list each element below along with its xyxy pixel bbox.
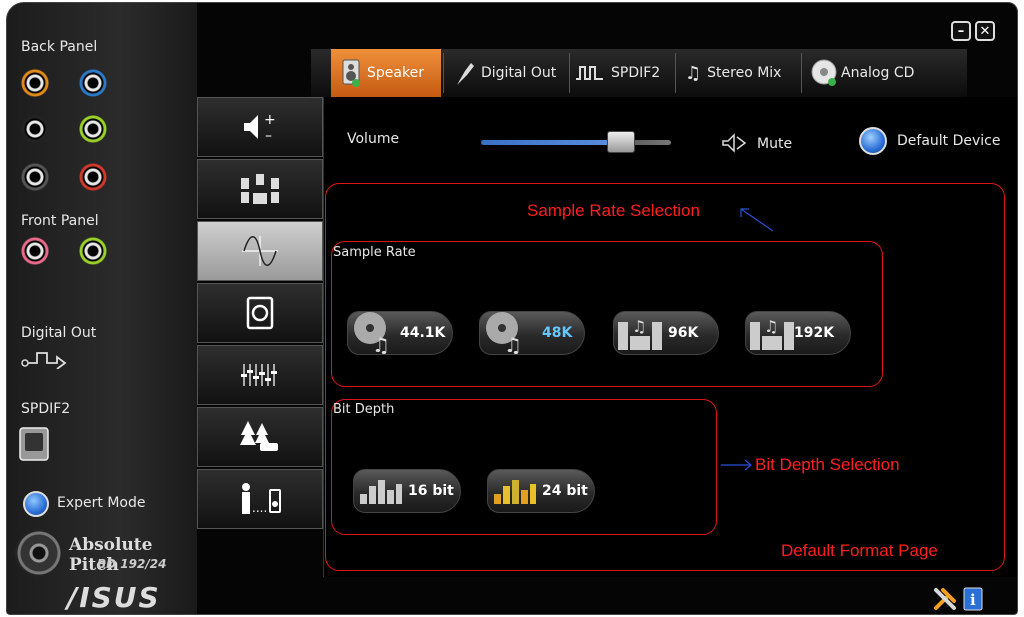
pulse-wave-icon [576, 66, 603, 80]
cd-note-icon: ♫ [354, 312, 390, 354]
plug-icon [457, 63, 474, 85]
optical-port-icon[interactable] [19, 427, 49, 461]
front-jack-pink[interactable] [21, 237, 49, 265]
side-tab-room-correction[interactable]: .... [197, 469, 323, 529]
tab-label: Stereo Mix [707, 65, 782, 81]
sample-rate-44-1k-button[interactable]: ♫ 44.1K [347, 311, 453, 355]
bit-depth-selection-annotation: Bit Depth Selection [755, 455, 900, 474]
side-tab-default-format[interactable] [197, 221, 323, 281]
absolute-pitch-logo: Absolute Pitch BD 192/24 [15, 529, 195, 579]
sample-rate-label: Sample Rate [333, 245, 416, 260]
sample-rate-selection-annotation: Sample Rate Selection [527, 201, 700, 220]
volume-label: Volume [347, 131, 400, 147]
tab-label: Speaker [367, 65, 424, 81]
mute-icon[interactable] [721, 133, 749, 153]
speaker-icon [342, 59, 360, 87]
svg-text:♫: ♫ [764, 317, 778, 336]
level-bars-color-icon [494, 480, 536, 504]
side-tab-speaker-fill[interactable] [197, 283, 323, 343]
disc-icon [15, 529, 63, 577]
subwoofer-icon [246, 296, 274, 330]
brand-logo: /ISUS [67, 581, 161, 614]
svg-text:♫: ♫ [372, 333, 390, 354]
stereo-system-icon: ♫ [750, 317, 794, 350]
stereo-system-icon: ♫ [618, 317, 662, 350]
sample-rate-96k-button[interactable]: ♫ 96K [613, 311, 719, 355]
svg-text:+: + [264, 112, 276, 128]
sample-rate-label-text: 48K [542, 325, 573, 341]
tab-digital-out[interactable]: Digital Out [443, 49, 567, 97]
bit-depth-16-button[interactable]: 16 bit [353, 469, 461, 513]
side-tab-column: + – .... [197, 97, 323, 529]
level-bars-icon [360, 480, 402, 504]
volume-slider[interactable] [481, 140, 671, 145]
jack-blue[interactable] [79, 69, 107, 97]
svg-text:i: i [970, 591, 976, 609]
digital-out-label: Digital Out [21, 325, 97, 341]
svg-text:–: – [265, 128, 272, 144]
cd-note-icon: ♫ [486, 312, 522, 354]
sample-rate-label-text: 96K [668, 325, 699, 341]
mute-label: Mute [757, 136, 793, 152]
default-format-page-annotation: Default Format Page [781, 541, 938, 560]
spdif2-label: SPDIF2 [21, 401, 71, 417]
volume-slider-thumb[interactable] [607, 131, 635, 153]
jack-black[interactable] [21, 115, 49, 143]
environment-icon [240, 421, 278, 451]
logo-subtitle: BD 192/24 [97, 557, 167, 571]
default-device-label: Default Device [897, 133, 1001, 149]
tab-label: Digital Out [481, 65, 557, 81]
info-icon[interactable]: i [963, 587, 983, 611]
default-device-button[interactable] [859, 127, 887, 155]
side-tab-volume[interactable]: + – [197, 97, 323, 157]
expert-mode-button[interactable] [23, 491, 49, 517]
bit-depth-24-button[interactable]: 24 bit [487, 469, 595, 513]
tab-stereo-mix[interactable]: ♫ Stereo Mix [675, 49, 799, 97]
svg-text:♫: ♫ [632, 317, 646, 336]
waveform-icon [242, 236, 278, 266]
volume-plus-minus-icon: + – [244, 112, 276, 144]
tab-speaker[interactable]: Speaker [331, 49, 441, 97]
sample-rate-192k-button[interactable]: ♫ 192K [745, 311, 851, 355]
sample-rate-label-text: 44.1K [400, 325, 446, 341]
jack-gray[interactable] [21, 163, 49, 191]
bit-depth-label-text: 16 bit [408, 483, 454, 499]
app-window: Back Panel Front Panel Digital Out SPDIF… [6, 2, 1018, 615]
svg-text:....: .... [252, 501, 267, 515]
sample-rate-label-text: 192K [794, 325, 835, 341]
tab-label: Analog CD [841, 65, 915, 81]
bit-depth-group-outline [331, 399, 717, 535]
tab-analog-cd[interactable]: Analog CD [801, 49, 925, 97]
music-note-icon: ♫ [685, 62, 702, 84]
digital-pulse-icon[interactable] [21, 347, 77, 369]
side-tab-environment[interactable] [197, 407, 323, 467]
cd-icon [811, 59, 837, 86]
speaker-config-icon [241, 174, 279, 204]
annotation-arrow-icon [721, 459, 752, 471]
tab-spdif2[interactable]: SPDIF2 [569, 49, 673, 97]
svg-text:♫: ♫ [504, 333, 522, 354]
annotation-arrow-icon [740, 208, 774, 232]
close-button[interactable]: ✕ [975, 21, 995, 41]
tools-icon[interactable] [933, 587, 957, 611]
back-panel-label: Back Panel [21, 39, 98, 55]
side-tab-speaker-config[interactable] [197, 159, 323, 219]
left-panel: Back Panel Front Panel Digital Out SPDIF… [7, 3, 197, 614]
tab-label: SPDIF2 [611, 65, 661, 81]
device-tab-bar: Speaker Digital Out SPDIF2 ♫ Stereo Mix [311, 49, 967, 97]
minimize-button[interactable]: – [951, 21, 971, 41]
bit-depth-label: Bit Depth [333, 402, 395, 417]
sample-rate-48k-button[interactable]: ♫ 48K [479, 311, 585, 355]
front-panel-label: Front Panel [21, 213, 99, 229]
jack-red[interactable] [79, 163, 107, 191]
side-tab-equalizer[interactable] [197, 345, 323, 405]
bit-depth-label-text: 24 bit [542, 483, 588, 499]
expert-mode-label: Expert Mode [57, 495, 146, 511]
room-correction-icon: .... [242, 483, 281, 515]
equalizer-icon [241, 364, 277, 386]
jack-orange[interactable] [21, 69, 49, 97]
front-jack-lime[interactable] [79, 237, 107, 265]
jack-lime[interactable] [79, 115, 107, 143]
